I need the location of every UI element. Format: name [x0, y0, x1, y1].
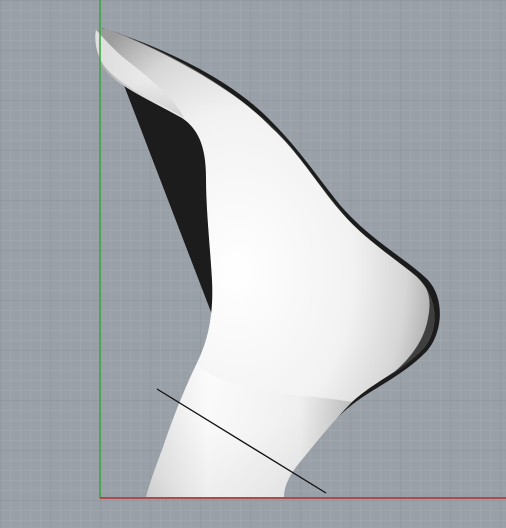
viewport-canvas[interactable] [0, 0, 506, 528]
right-viewport[interactable] [0, 0, 506, 528]
